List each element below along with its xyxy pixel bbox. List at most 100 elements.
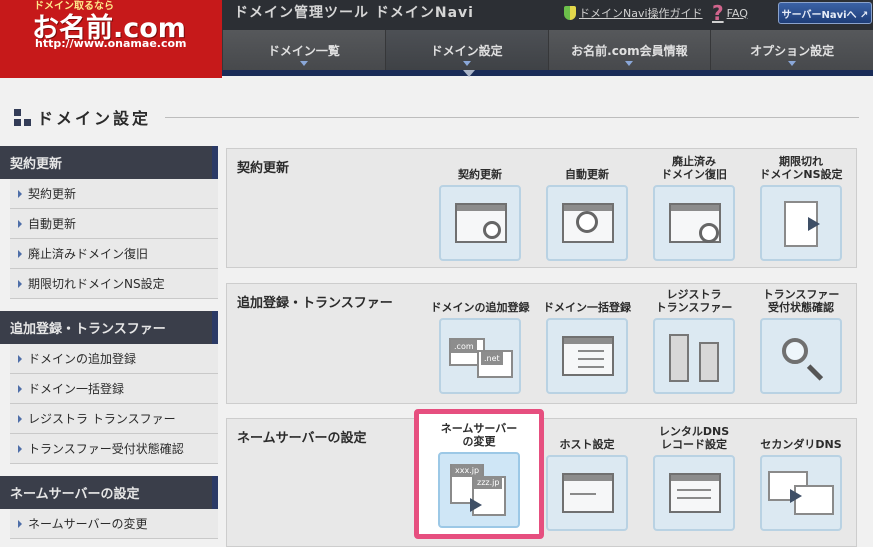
secondary-dns-icon: [760, 455, 842, 531]
tile-registrar-transfer[interactable]: レジストラ トランスファー: [646, 284, 742, 394]
domain-add-icon: .com .net: [439, 318, 521, 394]
tile-domain-add[interactable]: ドメインの追加登録 .com .net: [425, 284, 535, 394]
faq-link[interactable]: ? FAQ: [712, 3, 748, 23]
tile-label: トランスファー 受付状態確認: [762, 288, 840, 314]
sidebar-heading-transfer: 追加登録・トランスファー: [0, 311, 218, 344]
registrar-transfer-icon: [653, 318, 735, 394]
host-setting-icon: [546, 455, 628, 531]
server-navi-label: サーバーNaviへ ↗: [781, 9, 869, 21]
tab-label: ドメイン設定: [430, 44, 503, 58]
arrow-right-icon: [18, 384, 22, 393]
sidebar-item-label: ドメインの追加登録: [28, 352, 137, 366]
sidebar-item-label: レジストラ トランスファー: [28, 412, 176, 426]
tile-label: 自動更新: [565, 168, 609, 181]
tab-option-settings[interactable]: オプション設定: [710, 30, 873, 70]
panel-title: 契約更新: [237, 161, 290, 176]
tile-secondary-dns[interactable]: セカンダリDNS: [753, 421, 849, 531]
expired-ns-icon: [760, 185, 842, 261]
sidebar-item-label: 自動更新: [28, 217, 77, 231]
badge-text: .net: [481, 352, 503, 365]
question-icon: ?: [712, 1, 724, 25]
panel-transfer: 追加登録・トランスファー ドメインの追加登録 .com .net ドメイン一括登…: [226, 283, 857, 404]
chevron-down-icon: [788, 61, 797, 66]
badge-text: .com: [451, 340, 477, 353]
sidebar-item-registrar-transfer[interactable]: レジストラ トランスファー: [10, 404, 218, 434]
arrow-right-icon: [18, 249, 22, 258]
page-title-row: ドメイン設定: [14, 104, 873, 130]
badge-text: zzz.jp: [474, 476, 503, 489]
title-divider: [165, 116, 859, 118]
arrow-right-icon: [18, 414, 22, 423]
tab-label: お名前.com会員情報: [571, 44, 688, 58]
sidebar-item-transfer-status[interactable]: トランスファー受付状態確認: [10, 434, 218, 464]
tab-domain-list[interactable]: ドメイン一覧: [222, 30, 385, 70]
onamae-logo[interactable]: ドメイン取るなら お名前.com http://www.onamae.com: [0, 0, 222, 78]
nameserver-change-icon: xxx.jp zzz.jp: [438, 452, 520, 528]
tab-label: ドメイン一覧: [267, 44, 340, 58]
sidebar-item-label: 廃止済みドメイン復旧: [28, 247, 149, 261]
sidebar-item-domain-add[interactable]: ドメインの追加登録: [10, 344, 218, 374]
chevron-down-icon: [299, 61, 308, 66]
beginner-leaf-icon: [564, 6, 576, 20]
header-bar: ドメイン管理ツール ドメインNavi ドメインNavi操作ガイド ? FAQ サ…: [222, 0, 873, 30]
sidebar-item-label: 契約更新: [28, 187, 77, 201]
tile-nameserver-change[interactable]: ネームサーバー の変更 xxx.jp zzz.jp: [414, 409, 544, 539]
title-squares-icon: [14, 108, 31, 126]
arrow-right-icon: [18, 519, 22, 528]
transfer-status-icon: [760, 318, 842, 394]
tile-host-setting[interactable]: ホスト設定: [539, 421, 635, 531]
tile-label: 廃止済み ドメイン復旧: [661, 155, 727, 181]
tile-label: ホスト設定: [559, 438, 615, 451]
sidebar: 契約更新 契約更新 自動更新 廃止済みドメイン復旧 期限切れドメインNS設定 追…: [0, 146, 218, 539]
sidebar-item-domain-restore[interactable]: 廃止済みドメイン復旧: [10, 239, 218, 269]
sidebar-item-label: ドメイン一括登録: [28, 382, 125, 396]
sidebar-item-nameserver-change[interactable]: ネームサーバーの変更: [10, 509, 218, 539]
tile-transfer-status[interactable]: トランスファー 受付状態確認: [753, 284, 849, 394]
auto-renew-icon: [546, 185, 628, 261]
tile-label: レンタルDNS レコード設定: [658, 425, 730, 451]
sidebar-item-contract-renew[interactable]: 契約更新: [10, 179, 218, 209]
tab-label: オプション設定: [750, 44, 835, 58]
tile-bulk-register[interactable]: ドメイン一括登録: [539, 284, 635, 394]
panel-nameserver: ネームサーバーの設定 ネームサーバー の変更 xxx.jp zzz.jp ホスト…: [226, 409, 857, 547]
main-nav: ドメイン一覧 ドメイン設定 お名前.com会員情報 オプション設定: [222, 30, 873, 70]
sidebar-item-auto-renew[interactable]: 自動更新: [10, 209, 218, 239]
tile-label: レジストラ トランスファー: [655, 288, 733, 314]
chevron-down-icon: [625, 61, 634, 66]
tile-label: セカンダリDNS: [760, 438, 842, 451]
nav-underline: [222, 70, 873, 77]
tile-rental-dns[interactable]: レンタルDNS レコード設定: [646, 421, 742, 531]
sidebar-item-label: 期限切れドメインNS設定: [28, 277, 165, 291]
tile-label: ネームサーバー の変更: [440, 422, 518, 448]
tile-expired-ns[interactable]: 期限切れ ドメインNS設定: [753, 151, 849, 261]
sidebar-item-label: トランスファー受付状態確認: [28, 442, 184, 456]
tile-auto-renew[interactable]: 自動更新: [539, 151, 635, 261]
arrow-right-icon: [18, 444, 22, 453]
bulk-register-icon: [546, 318, 628, 394]
domain-restore-icon: [653, 185, 735, 261]
arrow-right-icon: [18, 189, 22, 198]
tile-label: ドメイン一括登録: [543, 301, 631, 314]
tab-member-info[interactable]: お名前.com会員情報: [547, 30, 711, 70]
guide-link[interactable]: ドメインNavi操作ガイド: [564, 5, 703, 21]
logo-url: http://www.onamae.com: [35, 37, 187, 50]
tile-label: ドメインの追加登録: [430, 301, 530, 314]
contract-renew-icon: [439, 185, 521, 261]
panel-title: 追加登録・トランスファー: [237, 296, 393, 311]
arrow-right-icon: [18, 354, 22, 363]
server-navi-button[interactable]: サーバーNaviへ ↗: [778, 2, 872, 24]
page-title: ドメイン設定: [37, 109, 152, 128]
tile-domain-restore[interactable]: 廃止済み ドメイン復旧: [646, 151, 742, 261]
tile-contract-renew[interactable]: 契約更新: [432, 151, 528, 261]
sidebar-item-expired-ns[interactable]: 期限切れドメインNS設定: [10, 269, 218, 299]
sidebar-item-label: ネームサーバーの変更: [28, 517, 148, 531]
active-tab-indicator-icon: [463, 70, 475, 77]
sidebar-heading-nameserver: ネームサーバーの設定: [0, 476, 218, 509]
arrow-right-icon: [18, 219, 22, 228]
guide-link-label: ドメインNavi操作ガイド: [579, 7, 703, 20]
app-title: ドメイン管理ツール ドメインNavi: [234, 5, 474, 21]
tab-domain-settings[interactable]: ドメイン設定: [384, 30, 548, 70]
sidebar-item-bulk-register[interactable]: ドメイン一括登録: [10, 374, 218, 404]
arrow-right-icon: [18, 279, 22, 288]
chevron-down-icon: [462, 61, 471, 66]
